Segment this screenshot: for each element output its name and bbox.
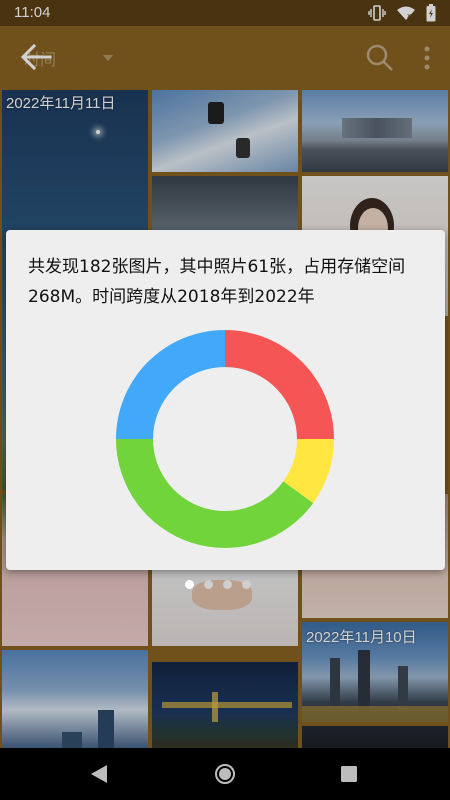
nav-back-icon [91,765,107,783]
pager-dot[interactable] [204,580,213,589]
summary-dialog: 共发现182张图片，其中照片61张，占用存储空间268M。时间跨度从2018年到… [6,230,445,570]
donut-slice-0 [225,330,334,439]
summary-text: 共发现182张图片，其中照片61张，占用存储空间268M。时间跨度从2018年到… [28,257,406,307]
nav-home-button[interactable] [214,763,236,789]
nav-home-icon [215,764,235,784]
donut-slice-2 [115,439,314,548]
storage-donut-chart [115,330,334,548]
pager-indicator [185,580,251,589]
nav-back-button[interactable] [90,764,108,788]
navigation-bar [0,748,450,800]
pager-dot[interactable] [185,580,194,589]
nav-recents-icon [341,766,357,782]
nav-recents-button[interactable] [340,765,358,787]
pager-dot[interactable] [242,580,251,589]
donut-slice-3 [116,330,225,439]
pager-dot[interactable] [223,580,232,589]
